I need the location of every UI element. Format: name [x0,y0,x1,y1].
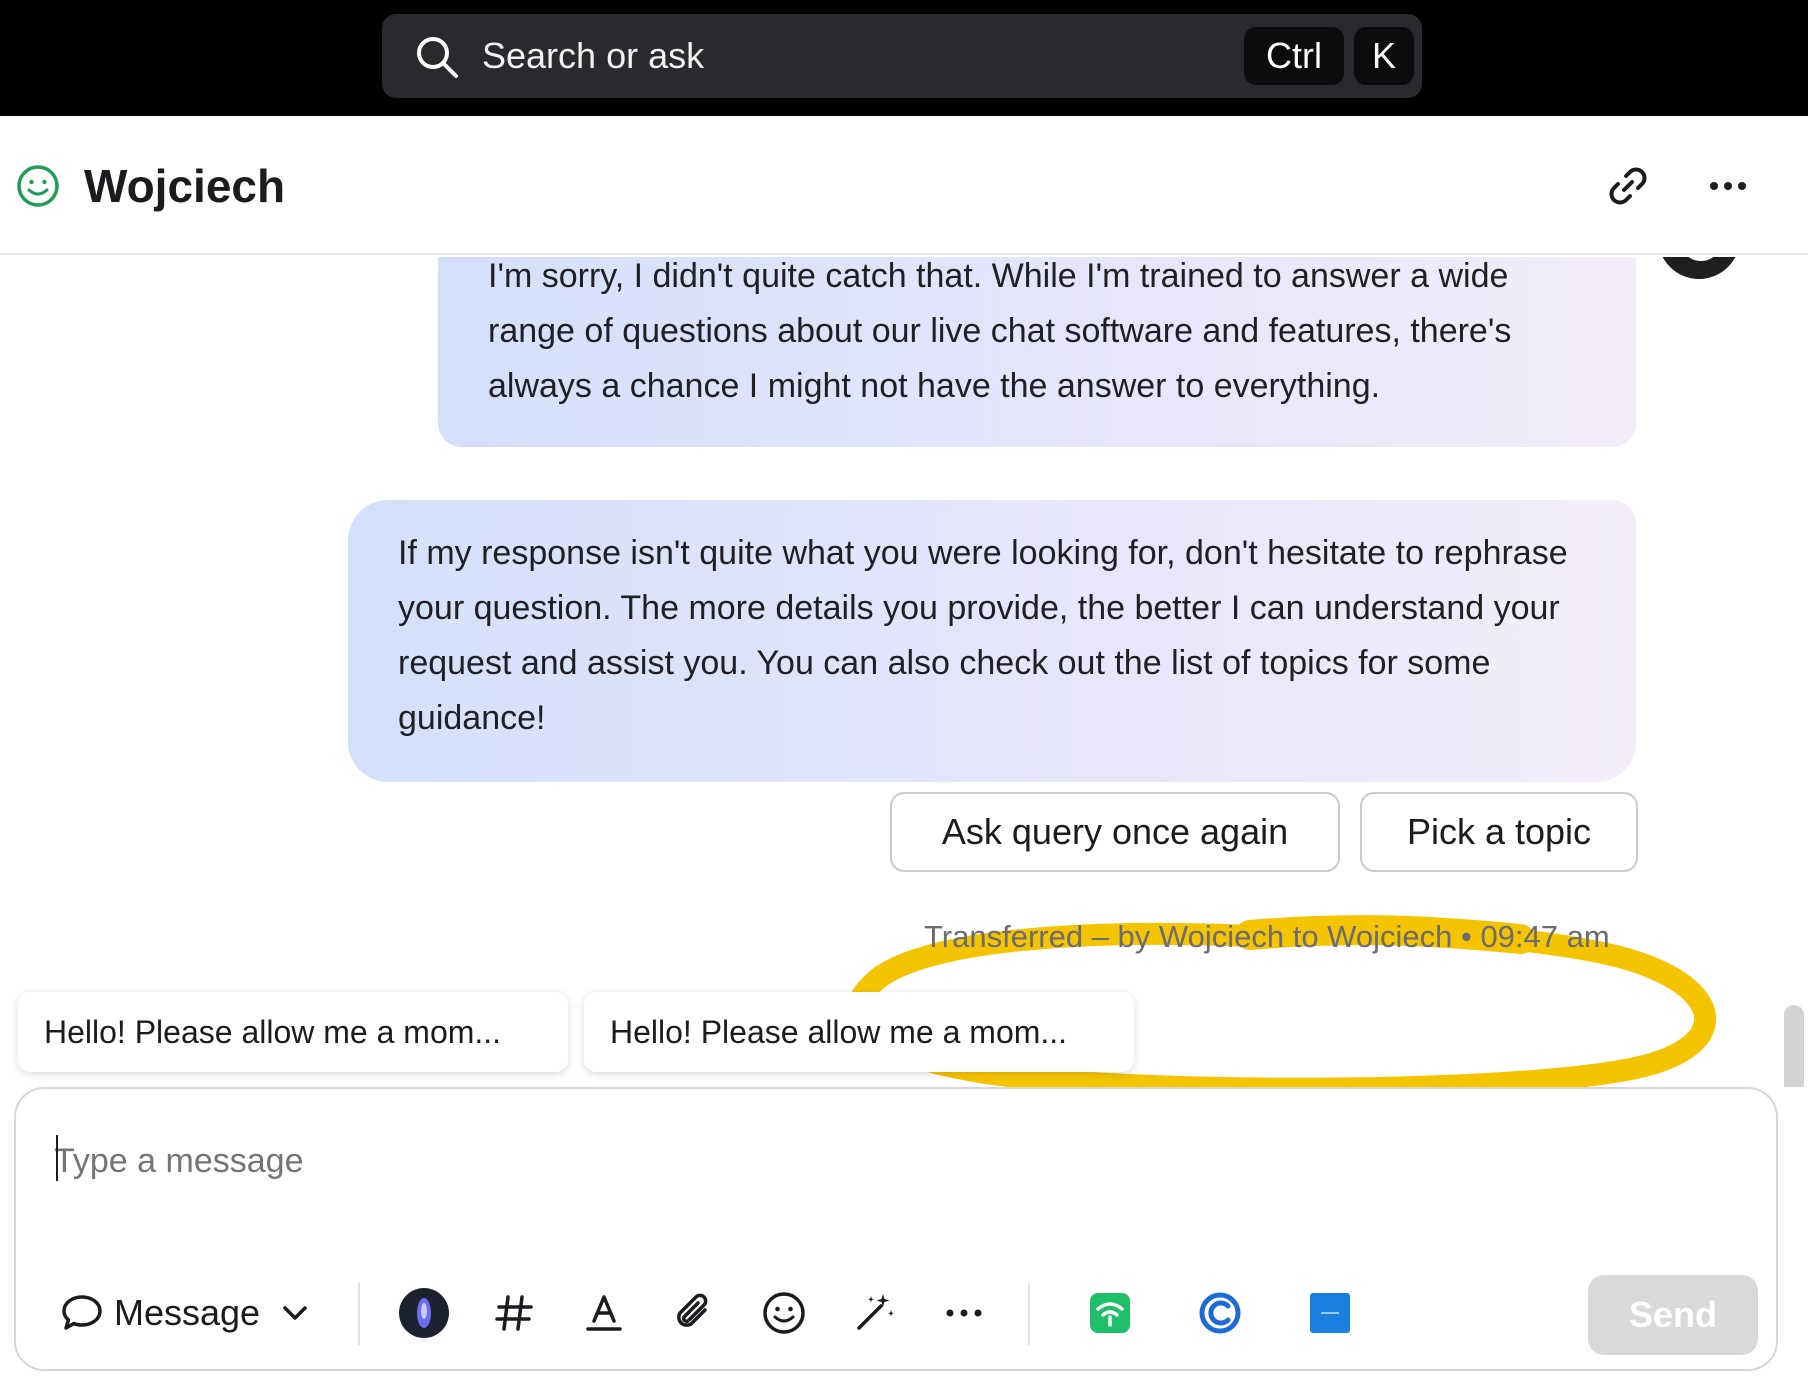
paperclip-icon[interactable] [666,1285,722,1341]
magic-wand-icon[interactable] [846,1285,902,1341]
message-composer: Message [14,1087,1778,1371]
c-app-icon[interactable] [1192,1285,1248,1341]
message-mode-select[interactable]: Message [60,1285,322,1341]
search-placeholder: Search or ask [482,35,705,76]
hash-icon[interactable] [486,1285,542,1341]
search-icon [417,37,458,78]
composer-toolbar: Message Send [16,1267,1776,1357]
text-caret [56,1135,58,1181]
link-icon[interactable] [1604,162,1652,210]
bot-message: I'm sorry, I didn't quite catch that. Wh… [438,257,1636,447]
bot-message: If my response isn't quite what you were… [348,500,1636,782]
text-format-icon[interactable] [576,1285,632,1341]
suggestion-chip[interactable]: Hello! Please allow me a mom... [584,992,1134,1072]
chat-feed: I'm sorry, I didn't quite catch that. Wh… [0,257,1808,1087]
global-search[interactable]: Search or ask Ctrl K [382,14,1422,98]
chat-header: Wojciech [0,116,1808,255]
page-title: Wojciech [84,160,286,212]
shortcut-k: K [1354,27,1414,85]
emoji-icon[interactable] [756,1285,812,1341]
message-input[interactable] [54,1131,1654,1191]
transfer-event: Transferred – by Wojciech to Wojciech • … [924,919,1610,954]
toolbar-divider [358,1283,360,1345]
chat-bubble-icon [62,1295,102,1330]
blue-app-icon[interactable] [1302,1285,1358,1341]
message-mode-label: Message [114,1292,261,1333]
ai-orb-icon[interactable] [396,1285,452,1341]
top-bar: Search or ask Ctrl K [0,0,1808,116]
scrollbar[interactable] [1784,1005,1804,1087]
send-button[interactable]: Send [1588,1275,1758,1355]
suggestion-chip[interactable]: Hello! Please allow me a mom... [18,992,568,1072]
smile-status-icon [17,165,59,207]
wifi-app-icon[interactable] [1082,1285,1138,1341]
more-options-icon[interactable] [936,1285,992,1341]
shortcut-ctrl: Ctrl [1244,27,1344,85]
more-icon[interactable] [1704,162,1752,210]
bot-avatar [1658,257,1740,279]
toolbar-divider [1028,1283,1030,1345]
chevron-down-icon [283,1306,307,1320]
